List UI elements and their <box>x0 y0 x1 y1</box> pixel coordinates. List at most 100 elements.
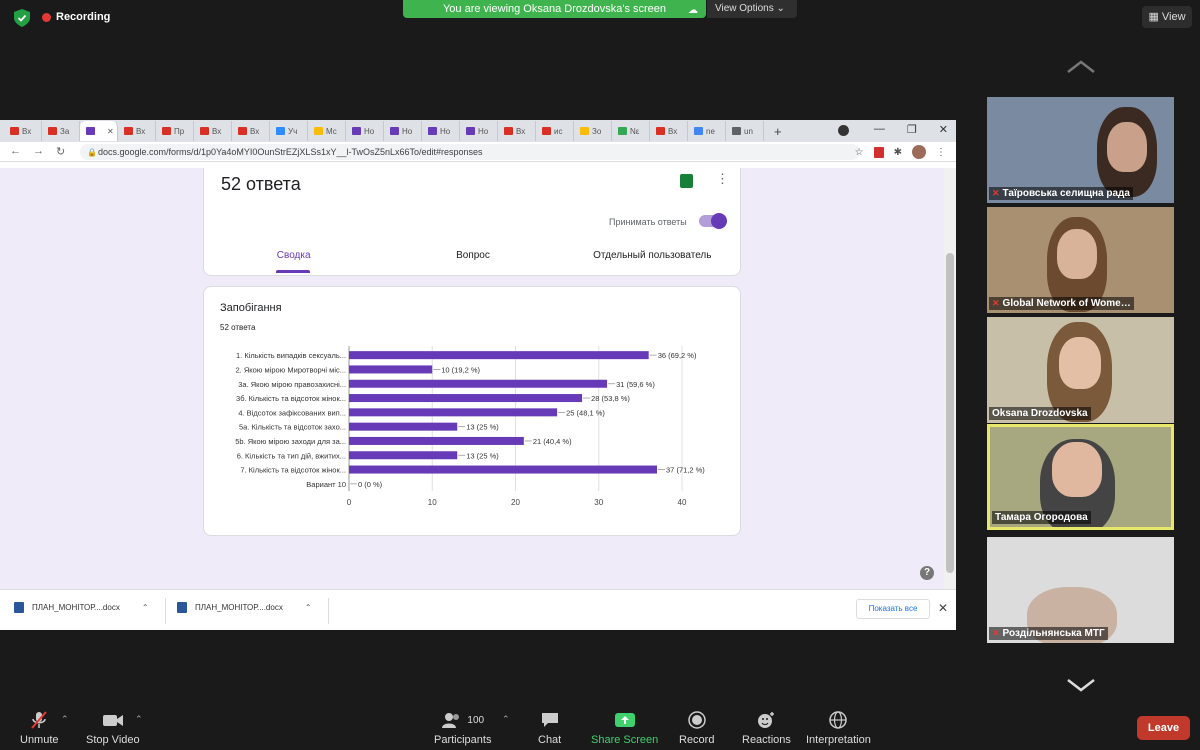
category-label: 3б. Кількість та відсоток жінок... <box>236 394 346 403</box>
scroll-up-chevron-icon[interactable] <box>1066 58 1096 78</box>
new-tab-icon[interactable]: + <box>774 124 782 139</box>
view-options-button[interactable]: View Options ⌄ <box>707 0 797 18</box>
browser-tab[interactable]: Вх <box>4 121 42 141</box>
browser-tab[interactable]: Но <box>422 121 460 141</box>
extensions-puzzle-icon[interactable]: ✱ <box>894 147 902 158</box>
browser-tab[interactable]: Но <box>346 121 384 141</box>
bookmark-star-icon[interactable]: ☆ <box>855 147 864 158</box>
accept-responses-label: Принимать ответы <box>609 217 687 227</box>
more-options-icon[interactable]: ⋮ <box>716 171 729 187</box>
close-window-icon[interactable]: ✕ <box>939 123 948 136</box>
lock-icon: 🔒 <box>87 148 97 157</box>
tab-individual[interactable]: Отдельный пользователь <box>563 250 742 261</box>
share-screen-button[interactable]: Share Screen <box>591 710 658 746</box>
browser-tab[interactable]: ne <box>688 121 726 141</box>
browser-tab[interactable]: Мс <box>308 121 346 141</box>
tab-favicon-icon <box>314 127 323 135</box>
category-label: 2. Якою мірою Миротворчі міс... <box>236 365 346 374</box>
avatar[interactable] <box>912 145 926 159</box>
participants-button[interactable]: 100 Participants <box>434 710 491 746</box>
interpretation-button[interactable]: Interpretation <box>806 710 871 746</box>
chat-button[interactable]: Chat <box>538 710 561 746</box>
tab-title: Но <box>364 126 375 136</box>
browser-tab[interactable]: Вх <box>232 121 270 141</box>
forward-icon[interactable]: → <box>33 145 44 158</box>
browser-tab-active[interactable]: ✕ <box>80 121 118 141</box>
divider <box>328 598 329 624</box>
help-icon[interactable]: ? <box>920 566 934 580</box>
browser-tab[interactable]: Вх <box>650 121 688 141</box>
participant-tile[interactable]: ✕ Роздільнянська МТГ <box>987 537 1174 643</box>
reactions-label: Reactions <box>742 734 791 746</box>
browser-tab[interactable]: Вх <box>118 121 156 141</box>
tab-favicon-icon <box>48 127 57 135</box>
tab-title: Вх <box>136 126 146 136</box>
tab-summary[interactable]: Сводка <box>204 250 383 273</box>
browser-tab[interactable]: Вх <box>498 121 536 141</box>
audio-options-chevron-icon[interactable]: ⌃ <box>61 714 69 725</box>
recording-indicator[interactable]: Recording <box>42 11 110 23</box>
browser-tab[interactable]: За <box>42 121 80 141</box>
participant-name: Oksana Drozdovska <box>992 408 1088 419</box>
tab-title: За <box>60 126 70 136</box>
video-face <box>1057 229 1097 279</box>
close-tab-icon[interactable]: ✕ <box>107 127 114 136</box>
restore-icon[interactable]: ❐ <box>907 123 917 136</box>
participant-tile-active-speaker[interactable]: Тамара Огородова <box>987 424 1174 530</box>
reload-icon[interactable]: ↻ <box>56 145 65 158</box>
unmute-button[interactable]: Unmute <box>20 710 59 746</box>
category-label: 5а. Кількість та відсоток захо... <box>239 423 346 432</box>
participant-tile[interactable]: Oksana Drozdovska <box>987 317 1174 423</box>
interpretation-label: Interpretation <box>806 734 871 746</box>
download-item[interactable]: ПЛАН_МОНІТОР....docx ⌃ <box>14 602 149 613</box>
browser-tab[interactable]: Пр <box>156 121 194 141</box>
browser-tab[interactable]: ис <box>536 121 574 141</box>
browser-tab[interactable]: Но <box>384 121 422 141</box>
participant-tile[interactable]: ✕ Таїровська селищна рада <box>987 97 1174 203</box>
video-options-chevron-icon[interactable]: ⌃ <box>135 714 143 725</box>
category-label: Вариант 10 <box>306 480 346 489</box>
reactions-button[interactable]: Reactions <box>742 710 791 746</box>
participant-tile[interactable]: ✕ Global Network of Wome… <box>987 207 1174 313</box>
category-label: 6. Кількість та тип дій, вжитих... <box>237 451 346 460</box>
page-scrollbar[interactable] <box>944 168 956 589</box>
browser-tab[interactable]: un <box>726 121 764 141</box>
participant-count: 100 <box>467 714 485 726</box>
participants-chevron-icon[interactable]: ⌃ <box>502 714 510 725</box>
url-field[interactable]: 🔒 docs.google.com/forms/d/1p0Ya4oMYI0Oun… <box>80 144 860 160</box>
category-label: 3а. Якою мірою правозахисні... <box>238 380 346 389</box>
downloads-bar: ПЛАН_МОНІТОР....docx ⌃ ПЛАН_МОНІТОР....d… <box>0 589 956 630</box>
chevron-up-icon[interactable]: ⌃ <box>305 603 312 612</box>
scroll-down-chevron-icon[interactable] <box>1066 674 1096 694</box>
scrollbar-thumb[interactable] <box>946 253 954 573</box>
close-downloads-icon[interactable]: ✕ <box>938 601 948 615</box>
chat-bubble-icon <box>540 710 560 730</box>
browser-tab[interactable]: Вх <box>194 121 232 141</box>
chevron-up-icon[interactable]: ⌃ <box>142 603 149 612</box>
accept-responses-toggle[interactable] <box>699 213 727 229</box>
back-icon[interactable]: ← <box>10 145 21 158</box>
stop-video-button[interactable]: Stop Video <box>86 710 140 746</box>
minimize-icon[interactable]: — <box>874 123 885 136</box>
tab-question[interactable]: Вопрос <box>383 250 562 261</box>
forms-page: 52 ответа ⋮ Принимать ответы Сводка Вопр… <box>0 168 944 589</box>
show-all-downloads-button[interactable]: Показать все <box>856 599 930 619</box>
sheets-icon[interactable] <box>680 174 693 188</box>
leave-button[interactable]: Leave <box>1137 716 1190 740</box>
participant-name: Global Network of Wome… <box>1002 298 1131 309</box>
bar <box>349 451 458 460</box>
question-title: Запобігання <box>220 302 282 314</box>
pdf-extension-icon[interactable] <box>873 146 884 158</box>
data-label: 21 (40,4 %) <box>533 437 572 446</box>
security-shield-icon[interactable] <box>14 9 30 27</box>
browser-tab[interactable]: Зо <box>574 121 612 141</box>
view-button[interactable]: ▦ View <box>1142 6 1192 28</box>
download-item[interactable]: ПЛАН_МОНІТОР....docx ⌃ <box>177 602 312 613</box>
browser-menu-icon[interactable]: ⋮ <box>936 147 946 158</box>
browser-tab[interactable]: Но <box>460 121 498 141</box>
browser-tab[interactable]: Nε <box>612 121 650 141</box>
profile-menu-icon[interactable] <box>838 125 849 136</box>
record-button[interactable]: Record <box>679 710 714 746</box>
browser-tab[interactable]: Уч <box>270 121 308 141</box>
tab-favicon-icon <box>694 127 703 135</box>
